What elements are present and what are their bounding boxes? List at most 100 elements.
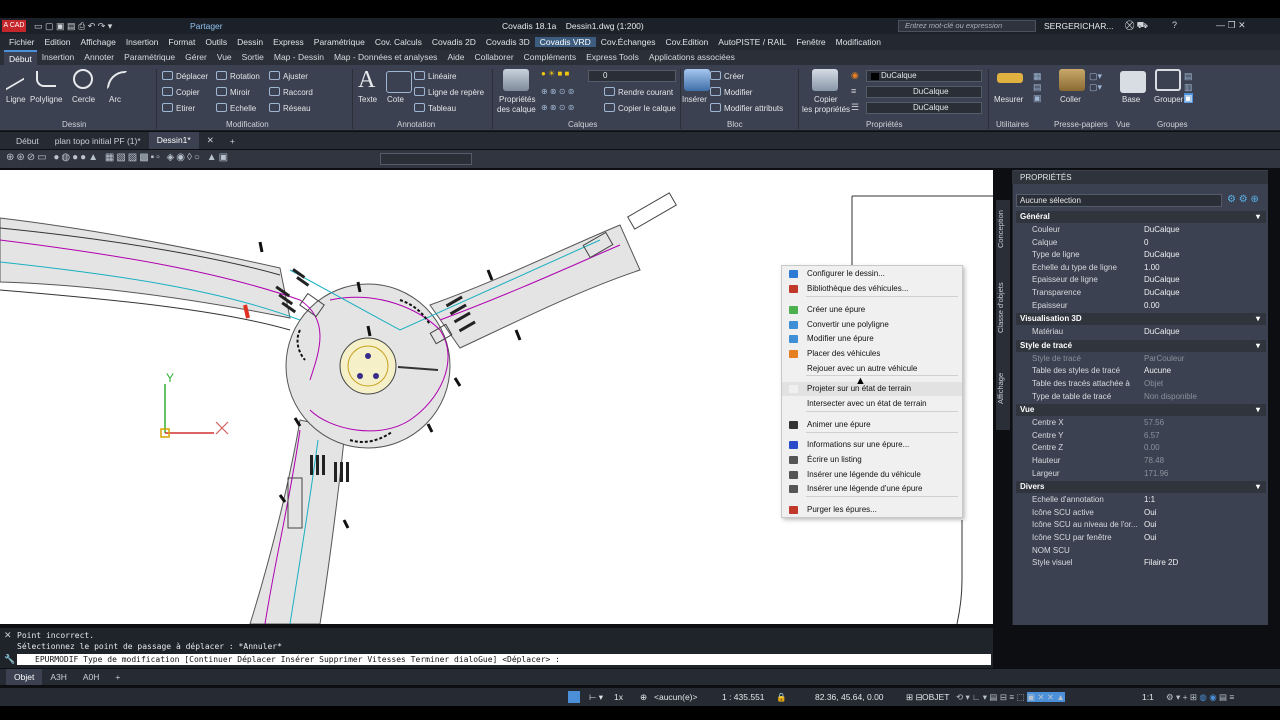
fillet-button[interactable]: Raccord xyxy=(269,87,313,97)
menu-4[interactable]: Format xyxy=(163,37,200,47)
help-icon[interactable]: ? xyxy=(1172,20,1177,30)
context-menu-item[interactable]: Placer des véhicules xyxy=(782,347,962,361)
close-tab-icon[interactable]: ✕ xyxy=(199,135,222,146)
draw-group-label[interactable]: Dessin xyxy=(62,120,86,129)
arc-icon[interactable] xyxy=(107,71,127,89)
property-row[interactable]: Matériau DuCalque xyxy=(1016,326,1266,339)
ribbon-tab-13[interactable]: Applications associées xyxy=(644,50,740,65)
menu-2[interactable]: Affichage xyxy=(76,37,121,47)
context-menu-item[interactable]: Animer une épure xyxy=(782,418,962,432)
ribbon-tab-8[interactable]: Map - Données et analyses xyxy=(329,50,442,65)
paste-icon[interactable] xyxy=(1059,69,1085,91)
linear-dim-button[interactable]: Linéaire xyxy=(414,71,456,81)
context-menu-item[interactable]: Convertir une polyligne xyxy=(782,318,962,332)
copy-button[interactable]: Copier xyxy=(162,87,200,97)
snap-icon[interactable]: ⊢ ▾ xyxy=(589,692,603,703)
stretch-button[interactable]: Etirer xyxy=(162,103,195,113)
clipboard-small-icons[interactable]: ▢▾ ▢▾ xyxy=(1089,71,1102,93)
context-menu-item[interactable]: Rejouer avec un autre véhicule xyxy=(782,362,962,376)
layout-tab-2[interactable]: A0H xyxy=(75,672,108,682)
properties-section-3[interactable]: Vue ▾ xyxy=(1016,404,1266,417)
view-toolbar-icons[interactable]: ⊕⊛⊘▭ ●◍●●▲ ▦▧▨▩▪▫ ◈◉◊○ ▲▣ xyxy=(6,152,230,163)
context-menu-item[interactable]: Insérer une légende d'une épure xyxy=(782,482,962,496)
property-row[interactable]: Echelle du type de ligne 1.00 xyxy=(1016,262,1266,275)
arc-button[interactable]: Arc xyxy=(109,95,121,104)
layer-dropdown[interactable]: 0 xyxy=(588,70,676,82)
grid-icon[interactable] xyxy=(568,691,580,703)
leader-button[interactable]: Ligne de repère xyxy=(414,87,484,97)
group-icon[interactable] xyxy=(1155,69,1181,91)
modify-group-label[interactable]: Modification xyxy=(226,120,269,129)
properties-section-1[interactable]: Visualisation 3D ▾ xyxy=(1016,313,1266,326)
property-row[interactable]: Transparence DuCalque xyxy=(1016,287,1266,300)
menu-9[interactable]: Cov. Calculs xyxy=(370,37,427,47)
polyline-icon[interactable] xyxy=(36,71,56,87)
globe-icon[interactable]: ⊕ xyxy=(640,692,647,703)
circle-button[interactable]: Cercle xyxy=(72,95,95,104)
close-icon[interactable]: ✕ xyxy=(4,630,12,641)
coordinate-system[interactable]: <aucun(e)> xyxy=(654,692,697,702)
group-small-icons[interactable]: ▤ ▥ ▣ xyxy=(1184,71,1193,104)
menu-15[interactable]: AutoPISTE / RAIL xyxy=(713,37,791,47)
paste-button[interactable]: Coller xyxy=(1060,95,1081,104)
command-input[interactable]: EPURMODIF Type de modification [Continue… xyxy=(17,654,991,665)
add-layout-icon[interactable]: + xyxy=(107,672,128,682)
property-row[interactable]: NOM SCU xyxy=(1016,545,1266,558)
quick-access-icons[interactable]: ▭ ▢ ▣ ▤ ⎙ ↶ ↷ ▾ xyxy=(34,21,112,32)
app-logo[interactable]: A CAD xyxy=(2,20,26,32)
context-menu-item[interactable]: Insérer une légende du véhicule xyxy=(782,468,962,482)
base-view-button[interactable]: Base xyxy=(1122,95,1140,104)
property-row[interactable]: Calque 0 xyxy=(1016,237,1266,250)
match-properties-button[interactable]: Copier xyxy=(814,95,838,104)
base-view-icon[interactable] xyxy=(1120,71,1146,93)
copy-layer-button[interactable]: Copier le calque xyxy=(604,103,676,113)
ribbon-tab-9[interactable]: Aide xyxy=(442,50,469,65)
line-icon[interactable] xyxy=(6,67,24,91)
view-dropdown[interactable] xyxy=(380,153,472,165)
document-tab-2[interactable]: Dessin1* xyxy=(148,132,199,149)
context-menu-item[interactable]: Projeter sur un état de terrain xyxy=(782,382,962,396)
measure-button[interactable]: Mesurer xyxy=(994,95,1023,104)
text-icon[interactable]: A xyxy=(358,67,375,94)
property-row[interactable]: Type de table de tracé Non disponible xyxy=(1016,391,1266,404)
clipboard-group-label[interactable]: Presse-papiers xyxy=(1054,120,1108,129)
menu-16[interactable]: Fenêtre xyxy=(791,37,830,47)
insert-block-icon[interactable] xyxy=(684,69,710,91)
collapse-chevron-icon[interactable]: ▾ xyxy=(1256,404,1260,416)
tab-display[interactable]: Affichage xyxy=(996,368,1010,408)
property-row[interactable]: Hauteur 78.48 xyxy=(1016,455,1266,468)
window-controls[interactable]: — ❐ ✕ xyxy=(1216,20,1246,31)
menu-10[interactable]: Covadis 2D xyxy=(427,37,481,47)
context-menu-item[interactable]: Créer une épure xyxy=(782,303,962,317)
ribbon-tab-3[interactable]: Paramétrique xyxy=(119,50,180,65)
utilities-group-label[interactable]: Utilitaires xyxy=(996,120,1029,129)
property-row[interactable]: Style visuel Filaire 2D xyxy=(1016,557,1266,570)
table-button[interactable]: Tableau xyxy=(414,103,456,113)
utility-small-icons[interactable]: ▦ ▤ ▣ xyxy=(1033,71,1042,104)
layout-tab-0[interactable]: Objet xyxy=(6,669,43,685)
array-button[interactable]: Réseau xyxy=(269,103,311,113)
property-row[interactable]: Largeur 171.96 xyxy=(1016,468,1266,481)
ribbon-tab-5[interactable]: Vue xyxy=(212,50,237,65)
menu-12[interactable]: Covadis VRD xyxy=(534,37,596,47)
properties-section-2[interactable]: Style de tracé ▾ xyxy=(1016,339,1266,352)
menu-0[interactable]: Fichier xyxy=(4,37,40,47)
mirror-button[interactable]: Miroir xyxy=(216,87,250,97)
make-current-button[interactable]: Rendre courant xyxy=(604,87,673,97)
property-row[interactable]: Centre X 57.56 xyxy=(1016,417,1266,430)
share-button[interactable]: Partager xyxy=(190,21,223,31)
annotation-scale[interactable]: 1x xyxy=(614,692,623,702)
property-row[interactable]: Icône SCU active Oui xyxy=(1016,507,1266,520)
context-menu-item[interactable]: Bibliothèque des véhicules... xyxy=(782,282,962,296)
move-button[interactable]: Déplacer xyxy=(162,71,208,81)
property-row[interactable]: Centre Y 6.57 xyxy=(1016,430,1266,443)
layer-properties-icon[interactable] xyxy=(503,69,529,91)
status-right-icons[interactable]: ⚙ ▾ + ⊞ ◍ ◉ ▤ ≡ xyxy=(1166,692,1234,703)
text-button[interactable]: Texte xyxy=(358,95,377,104)
layer-properties-button[interactable]: Propriétés xyxy=(499,95,535,104)
context-menu-item[interactable]: Informations sur une épure... xyxy=(782,438,962,452)
collapse-chevron-icon[interactable]: ▾ xyxy=(1256,211,1260,223)
context-menu-item[interactable]: Configurer le dessin... xyxy=(782,267,962,281)
cart-icon[interactable]: ⛒ ⛟ xyxy=(1125,20,1148,32)
edit-block-button[interactable]: Modifier xyxy=(710,87,752,97)
